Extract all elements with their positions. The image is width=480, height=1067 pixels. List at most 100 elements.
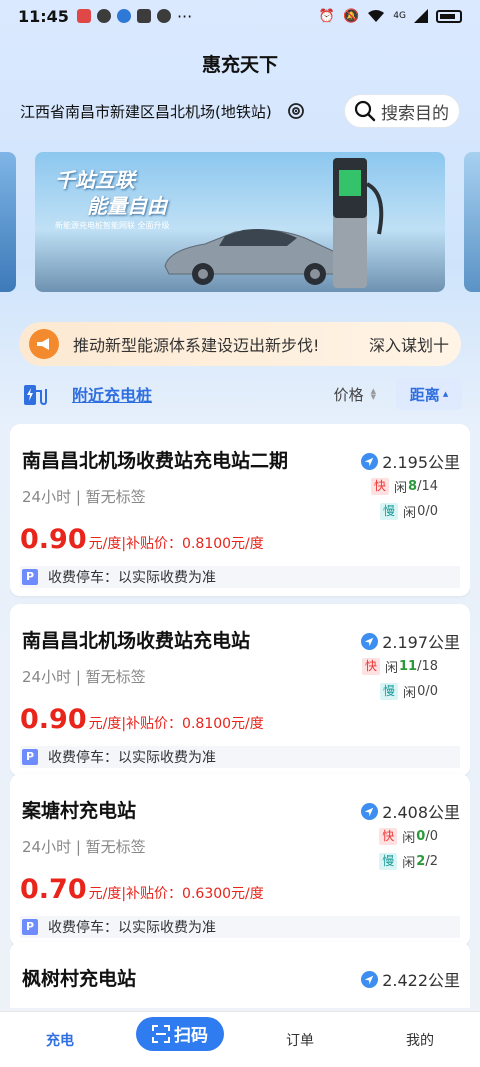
price-unit: 元/度|补贴价：0.6300元/度 <box>88 886 264 902</box>
slow-charger-availability: 慢 闲 2 /2 <box>379 852 438 871</box>
parking-info: P 收费停车：以实际收费为准 <box>20 566 460 588</box>
fast-tag: 快 <box>379 828 398 845</box>
banner-carousel[interactable]: 千站互联 能量自由 新能源充电桩智能网联 全面升级 <box>0 152 480 292</box>
fast-tag: 快 <box>371 478 390 495</box>
banner-slide[interactable]: 千站互联 能量自由 新能源充电桩智能网联 全面升级 <box>35 152 445 292</box>
banner-prev-slide[interactable] <box>0 152 16 292</box>
bottom-navigation: 充电 扫码 订单 我的 <box>0 1011 480 1067</box>
station-distance[interactable]: 2.408公里 <box>361 799 460 823</box>
free-label: 闲 <box>394 481 408 496</box>
car-illustration <box>164 229 348 285</box>
slow-charger-availability: 慢 闲 0 /0 <box>380 502 438 521</box>
free-label: 闲 <box>384 661 398 676</box>
app-notification-icon <box>116 9 131 23</box>
search-icon <box>354 100 376 122</box>
fast-total-count: /0 <box>425 829 438 844</box>
sort-distance-label: 距离 <box>409 385 440 404</box>
price-info: 0.70 元/度|补贴价：0.6300元/度 <box>20 874 264 905</box>
parking-info: P 收费停车：以实际收费为准 <box>20 746 460 768</box>
free-label: 闲 <box>402 856 416 871</box>
slow-total-count: /0 <box>425 504 438 519</box>
station-name: 枫树村充电站 <box>22 968 137 990</box>
sort-price-label: 价格 <box>333 385 364 404</box>
station-distance[interactable]: 2.422公里 <box>361 967 460 991</box>
nav-orders[interactable]: 订单 <box>240 1030 360 1050</box>
parking-icon: P <box>22 749 38 765</box>
fast-charger-availability: 快 闲 0 /0 <box>379 827 438 846</box>
navigate-icon <box>361 632 379 650</box>
station-card[interactable]: 枫树村充电站 2.422公里 <box>10 942 470 1008</box>
announcement-text: 推动新型能源体系建设迈出新步伐! <box>73 336 320 355</box>
nav-mine[interactable]: 我的 <box>360 1030 480 1050</box>
price-value: 0.90 <box>20 704 87 735</box>
parking-icon: P <box>22 919 38 935</box>
parking-icon: P <box>22 569 38 585</box>
price-info: 0.90 元/度|补贴价：0.8100元/度 <box>20 704 264 735</box>
battery-icon <box>436 9 462 23</box>
sort-arrows-icon: ▲ ▼ <box>370 387 376 401</box>
station-name: 南昌昌北机场收费站充电站二期 <box>22 450 289 472</box>
fast-total-count: /18 <box>417 659 438 674</box>
parking-info: P 收费停车：以实际收费为准 <box>20 916 460 938</box>
distance-value: 2.195公里 <box>382 453 460 472</box>
signal-icon <box>414 9 428 23</box>
network-type: 4G <box>393 11 406 21</box>
fast-charger-availability: 快 闲 8 /14 <box>371 477 438 496</box>
app-notification-icon <box>96 9 111 23</box>
app-notification-icon <box>76 9 91 23</box>
nav-charge[interactable]: 充电 <box>0 1030 120 1050</box>
tab-nearby-chargers[interactable]: 附近充电桩 <box>72 382 152 406</box>
app-notification-icon <box>136 9 151 23</box>
banner-subtitle: 新能源充电桩智能网联 全面升级 <box>55 221 170 230</box>
station-name: 南昌昌北机场收费站充电站 <box>22 630 251 652</box>
location-bar: 江西省南昌市新建区昌北机场(地铁站) 搜索目的 <box>20 92 460 130</box>
free-label: 闲 <box>402 831 416 846</box>
station-name: 案塘村充电站 <box>22 800 137 822</box>
station-card[interactable]: 南昌昌北机场收费站充电站二期 2.195公里 24小时 | 暂无标签 快 闲 8… <box>10 424 470 596</box>
more-notifications-icon: ··· <box>176 6 193 26</box>
slow-tag: 慢 <box>379 853 398 870</box>
navigate-icon <box>361 802 379 820</box>
station-card[interactable]: 案塘村充电站 2.408公里 24小时 | 暂无标签 快 闲 0 /0 慢 闲 … <box>10 774 470 946</box>
slow-tag: 慢 <box>380 683 399 700</box>
search-placeholder: 搜索目的 <box>381 103 449 124</box>
free-label: 闲 <box>403 506 417 521</box>
fast-tag: 快 <box>361 658 380 675</box>
fast-free-count: 8 <box>408 479 418 494</box>
station-list[interactable]: 南昌昌北机场收费站充电站二期 2.195公里 24小时 | 暂无标签 快 闲 8… <box>10 424 470 1008</box>
mute-icon: 🔕 <box>343 8 360 24</box>
banner-slogan: 千站互联 <box>55 168 135 192</box>
station-hours-tags: 24小时 | 暂无标签 <box>22 488 146 506</box>
price-value: 0.90 <box>20 524 87 555</box>
station-card[interactable]: 南昌昌北机场收费站充电站 2.197公里 24小时 | 暂无标签 快 闲 11 … <box>10 604 470 776</box>
announcement-link[interactable]: 深入谋划十 <box>369 332 449 356</box>
banner-next-slide[interactable] <box>464 152 480 292</box>
scan-button[interactable]: 扫码 <box>136 1016 224 1051</box>
banner-slogan: 能量自由 <box>87 194 167 218</box>
megaphone-icon <box>29 329 59 359</box>
slow-total-count: /0 <box>425 684 438 699</box>
station-distance[interactable]: 2.195公里 <box>361 449 460 473</box>
station-hours-tags: 24小时 | 暂无标签 <box>22 838 146 856</box>
station-distance[interactable]: 2.197公里 <box>361 629 460 653</box>
sort-arrow-up-icon: ▲ <box>442 390 449 398</box>
slow-total-count: /2 <box>425 854 438 869</box>
fast-charger-availability: 快 闲 11 /18 <box>361 657 438 676</box>
search-input[interactable]: 搜索目的 <box>344 94 460 128</box>
scan-icon <box>152 1024 170 1043</box>
announcement-bar[interactable]: 推动新型能源体系建设迈出新步伐! 深入谋划十 <box>19 322 461 366</box>
locate-icon[interactable] <box>286 101 306 121</box>
parking-text: 收费停车：以实际收费为准 <box>48 920 216 936</box>
status-bar: 11:45 ··· ⏰ 🔕 4G <box>0 0 480 32</box>
sort-by-price[interactable]: 价格 ▲ ▼ <box>334 384 376 405</box>
scan-label: 扫码 <box>174 1026 208 1046</box>
sort-by-distance[interactable]: 距离 ▲ <box>396 378 462 410</box>
parking-text: 收费停车：以实际收费为准 <box>48 570 216 586</box>
distance-value: 2.197公里 <box>382 633 460 652</box>
free-label: 闲 <box>403 686 417 701</box>
charging-station-icon <box>24 385 47 406</box>
page-title: 惠充天下 <box>201 54 278 76</box>
wifi-icon <box>368 10 385 22</box>
slow-free-count: 0 <box>417 504 426 519</box>
current-location[interactable]: 江西省南昌市新建区昌北机场(地铁站) <box>20 101 272 122</box>
